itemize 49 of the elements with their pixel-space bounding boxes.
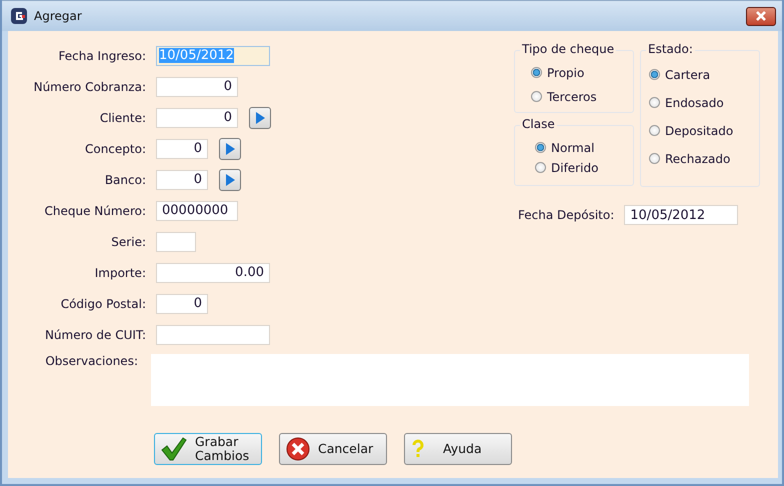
play-icon [255,112,265,124]
play-icon [225,142,235,154]
radio-button[interactable]: Terceros [531,88,633,105]
input-field[interactable]: 0 [156,108,238,128]
field-label: Importe: [94,266,146,280]
field-label: Concepto: [84,142,146,156]
field-label: Número de CUIT: [44,328,146,342]
field-label: Observaciones: [44,354,138,370]
question-icon [411,439,425,459]
close-button[interactable] [746,6,776,26]
field-label: Serie: [110,234,146,248]
field-label: Banco: [104,172,146,186]
radio-button[interactable]: Depositado [649,122,759,139]
lookup-button[interactable] [219,168,241,190]
input-field[interactable]: 0 [156,76,238,96]
radio-button[interactable]: Cartera [649,66,759,83]
app-icon [10,7,28,25]
window-title: Agregar [34,9,83,23]
radio-button[interactable]: Endosado [649,94,759,111]
field-label: Fecha Depósito: [518,208,614,222]
input-field[interactable]: 0 [156,170,208,190]
input-field[interactable]: 0 [156,138,208,158]
radio-button[interactable]: Diferido [535,159,633,176]
checkmark-icon [161,437,187,461]
input-field[interactable]: 0 [156,294,208,314]
input-field[interactable]: 0.00 [156,262,270,282]
field-label: Número Cobranza: [32,80,146,94]
group-title: Clase [520,117,557,131]
group-title: Estado: [646,42,695,56]
radio-button[interactable]: Rechazado [649,150,759,167]
input-field[interactable]: 00000000 [156,200,238,220]
input-field[interactable] [156,232,196,252]
field-label: Cheque Número: [44,204,146,218]
button[interactable]: Ayuda [404,433,512,465]
group-title: Tipo de cheque [520,42,616,56]
field-label: Código Postal: [60,296,146,310]
play-icon [225,174,235,186]
lookup-button[interactable] [249,106,271,128]
input-field[interactable] [156,324,270,344]
input-field[interactable]: 10/05/2012 [624,205,738,225]
radio-button[interactable]: Normal [535,139,633,156]
cancel-icon [286,437,310,461]
radio-button[interactable]: Propio [531,64,633,81]
button[interactable]: Grabar Cambios [154,433,262,465]
close-icon [755,11,767,21]
field-label: Cliente: [98,110,146,124]
lookup-button[interactable] [219,138,241,160]
field-label: Fecha Ingreso: [58,48,146,62]
button[interactable]: Cancelar [279,433,387,465]
